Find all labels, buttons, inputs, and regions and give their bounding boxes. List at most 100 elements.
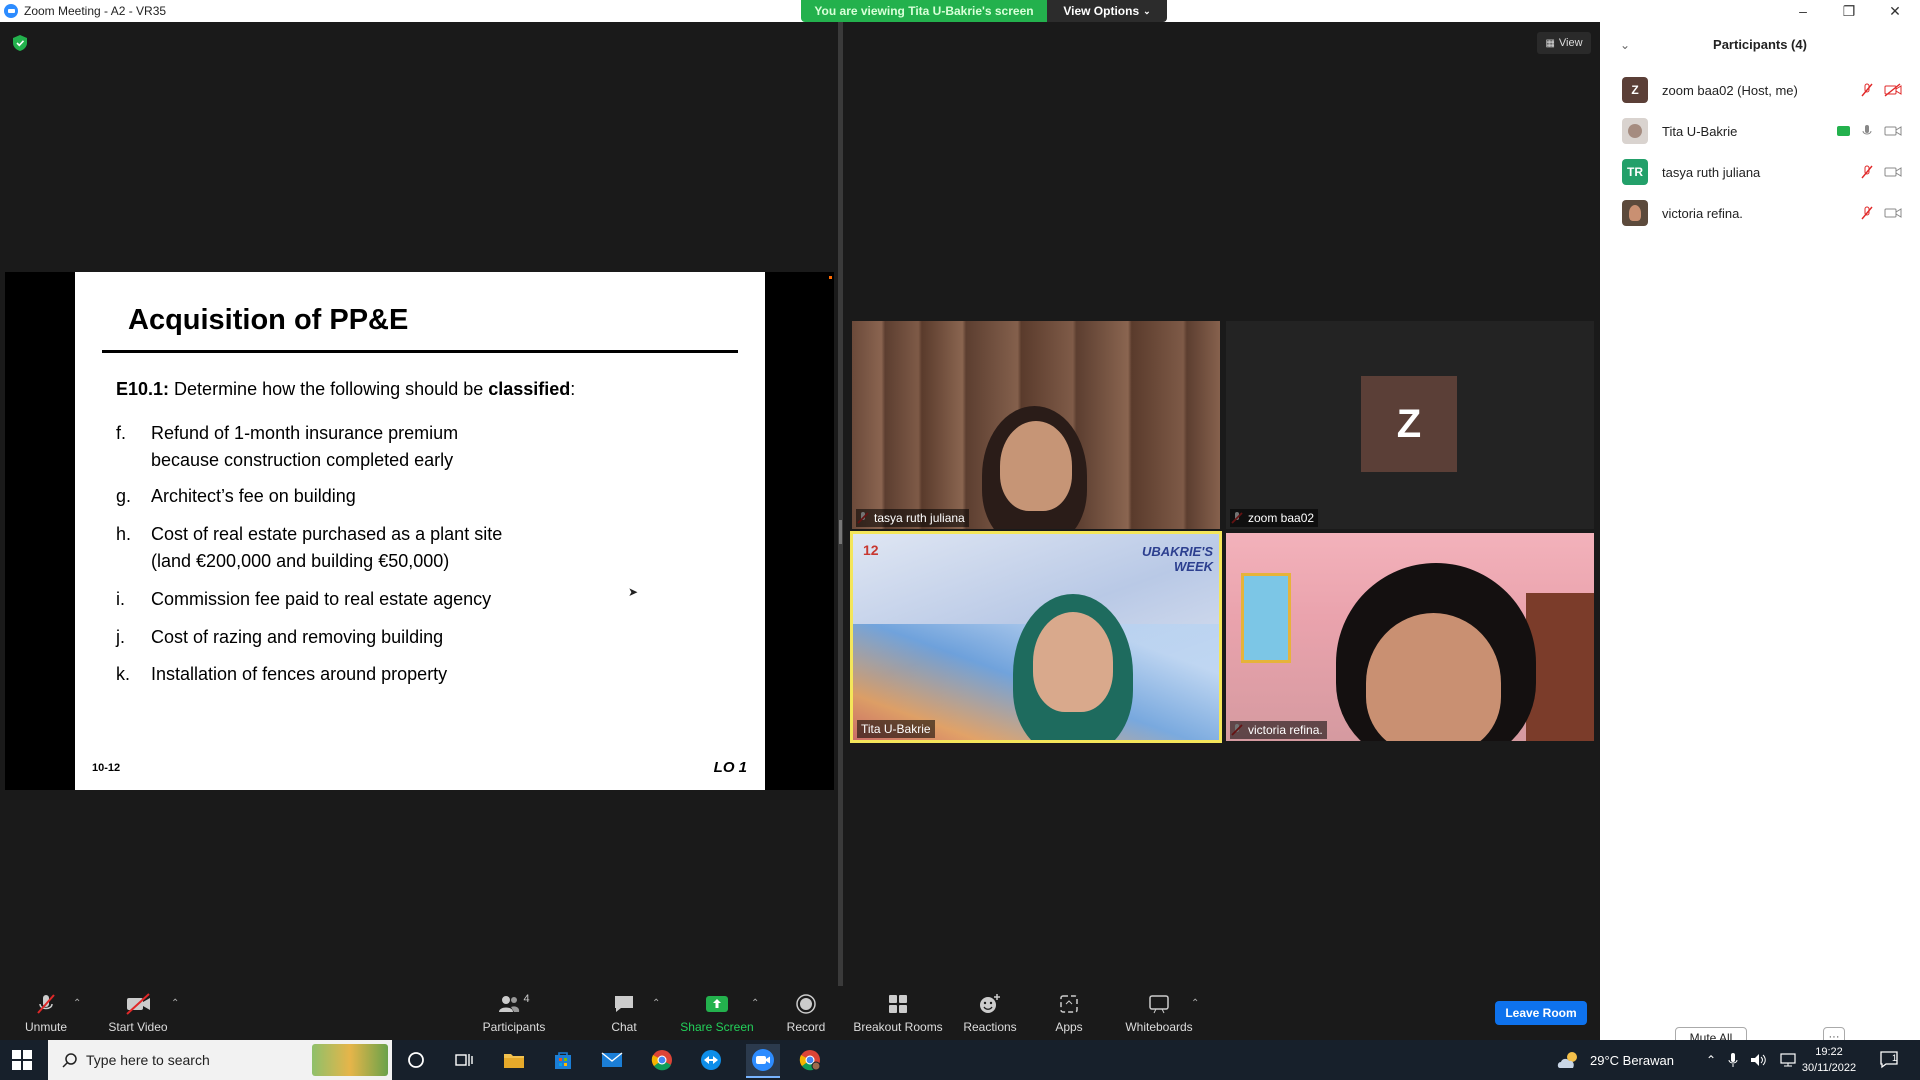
chevron-down-icon: ⌄	[1143, 5, 1151, 16]
chat-button[interactable]: Chat	[604, 986, 644, 1040]
mic-muted-icon	[37, 994, 55, 1014]
caret-up-icon[interactable]: ⌃	[1191, 998, 1199, 1009]
microphone-icon[interactable]	[1727, 1052, 1739, 1068]
presentation-slide: Acquisition of PP&E E10.1: Determine how…	[75, 272, 765, 790]
mouse-cursor-icon: ➤	[628, 585, 639, 599]
zoom-taskbar-icon[interactable]	[746, 1044, 780, 1078]
start-video-button[interactable]: Start Video	[106, 986, 170, 1040]
cortana-icon[interactable]	[402, 1046, 430, 1074]
participant-row[interactable]: TR tasya ruth juliana	[1622, 158, 1902, 186]
annotation-dot	[829, 276, 832, 279]
meeting-toolbar: Unmute ⌃ Start Video ⌃ 4 Participants Ch…	[0, 986, 1600, 1040]
split-divider[interactable]	[838, 22, 843, 986]
breakout-rooms-button[interactable]: Breakout Rooms	[852, 986, 944, 1040]
video-off-icon[interactable]	[1884, 83, 1902, 97]
notification-center[interactable]: 1	[1880, 1040, 1898, 1080]
chrome-profile-icon[interactable]	[796, 1046, 824, 1074]
mic-icon[interactable]	[1860, 124, 1874, 138]
item-letter: h.	[116, 524, 132, 544]
system-tray: ⌃	[1706, 1040, 1797, 1080]
notification-count: 1	[1892, 1053, 1898, 1063]
mic-muted-icon[interactable]	[1860, 165, 1874, 179]
avatar	[1622, 118, 1648, 144]
unmute-label: Unmute	[24, 1020, 68, 1034]
intro-end: :	[570, 379, 576, 399]
avatar: Z	[1361, 376, 1457, 472]
participants-button[interactable]: 4 Participants	[480, 986, 548, 1040]
windows-start-icon[interactable]	[12, 1050, 32, 1070]
chat-label: Chat	[611, 1020, 637, 1034]
reactions-icon	[980, 994, 1000, 1013]
search-placeholder: Type here to search	[86, 1052, 210, 1068]
video-icon[interactable]	[1884, 165, 1902, 179]
leave-room-button[interactable]: Leave Room	[1495, 1001, 1587, 1025]
mail-icon[interactable]	[598, 1046, 626, 1074]
store-icon[interactable]	[549, 1046, 577, 1074]
weather-widget[interactable]: 29°C Berawan	[1556, 1040, 1674, 1080]
share-screen-button[interactable]: Share Screen	[680, 986, 754, 1040]
whiteboards-label: Whiteboards	[1125, 1020, 1193, 1034]
search-icon	[62, 1053, 77, 1068]
chrome-icon[interactable]	[648, 1046, 676, 1074]
video-tile-zoom-baa02[interactable]: Z zoom baa02	[1226, 321, 1594, 529]
breakout-rooms-icon	[889, 995, 907, 1013]
video-icon[interactable]	[1884, 206, 1902, 220]
video-tile-tasya[interactable]: tasya ruth juliana	[852, 321, 1220, 529]
participant-name: victoria refina.	[1662, 205, 1743, 221]
slide-item: i. Commission fee paid to real estate age…	[116, 586, 491, 613]
video-tile-tita-active-speaker[interactable]: 12 UBAKRIE'S WEEK Tita U-Bakrie	[850, 531, 1222, 743]
participant-row[interactable]: Tita U-Bakrie	[1622, 117, 1902, 145]
speaker-icon[interactable]	[1750, 1052, 1768, 1068]
tile-name-label: zoom baa02	[1230, 509, 1319, 527]
view-button[interactable]: ▦ View	[1537, 32, 1591, 54]
mic-muted-icon[interactable]	[1860, 206, 1874, 220]
participant-row[interactable]: victoria refina.	[1622, 199, 1902, 227]
chevron-up-icon[interactable]: ⌃	[1706, 1053, 1716, 1067]
viewing-screen-banner: You are viewing Tita U-Bakrie's screen	[801, 0, 1047, 22]
share-screen-label: Share Screen	[680, 1020, 754, 1034]
restore-icon[interactable]: ❐	[1826, 0, 1872, 22]
video-tile-victoria[interactable]: victoria refina.	[1226, 533, 1594, 741]
caret-up-icon[interactable]: ⌃	[73, 998, 81, 1009]
weather-text: 29°C Berawan	[1590, 1052, 1674, 1068]
teamviewer-icon[interactable]	[697, 1046, 725, 1074]
participants-icon	[499, 996, 520, 1012]
video-off-icon	[126, 993, 150, 1015]
caret-up-icon[interactable]: ⌃	[171, 998, 179, 1009]
apps-icon	[1060, 995, 1078, 1013]
item-letter: f.	[116, 423, 127, 443]
caret-up-icon[interactable]: ⌃	[652, 998, 660, 1009]
close-icon[interactable]: ✕	[1872, 0, 1918, 22]
item-line: because construction completed early	[151, 450, 454, 470]
record-button[interactable]: Record	[782, 986, 830, 1040]
caret-up-icon[interactable]: ⌃	[751, 998, 759, 1009]
cloudy-weather-icon	[1557, 1052, 1577, 1068]
slide-page-number: 10-12	[92, 762, 121, 774]
clock-time: 19:22	[1815, 1046, 1843, 1058]
split-drag-handle[interactable]	[839, 520, 842, 544]
participant-row[interactable]: Z zoom baa02 (Host, me)	[1622, 76, 1902, 104]
clock[interactable]: 19:22 30/11/2022	[1788, 1044, 1870, 1076]
item-line: Refund of 1-month insurance premium	[151, 423, 459, 443]
task-view-icon[interactable]	[450, 1046, 478, 1074]
file-explorer-icon[interactable]	[500, 1046, 528, 1074]
taskbar-search-box[interactable]: Type here to search	[48, 1040, 392, 1080]
mic-muted-icon[interactable]	[1860, 83, 1874, 97]
video-icon[interactable]	[1884, 124, 1902, 138]
whiteboards-button[interactable]: Whiteboards	[1124, 986, 1194, 1040]
shield-check-icon[interactable]	[13, 35, 27, 51]
slide-item: g. Architect’s fee on building	[116, 483, 356, 510]
view-options-label: View Options	[1063, 4, 1140, 18]
slide-title: Acquisition of PP&E	[128, 304, 409, 336]
slide-intro: E10.1: Determine how the following shoul…	[116, 379, 575, 400]
apps-button[interactable]: Apps	[1052, 986, 1086, 1040]
reactions-button[interactable]: Reactions	[962, 986, 1018, 1040]
record-icon	[796, 994, 816, 1014]
item-letter: g.	[116, 486, 132, 506]
view-options-button[interactable]: View Options ⌄	[1047, 0, 1167, 22]
unmute-button[interactable]: Unmute	[20, 986, 72, 1040]
slide-item: j. Cost of razing and removing building	[116, 624, 443, 651]
chat-icon	[615, 996, 633, 1012]
avatar	[1622, 200, 1648, 226]
minimize-icon[interactable]: –	[1780, 0, 1826, 22]
